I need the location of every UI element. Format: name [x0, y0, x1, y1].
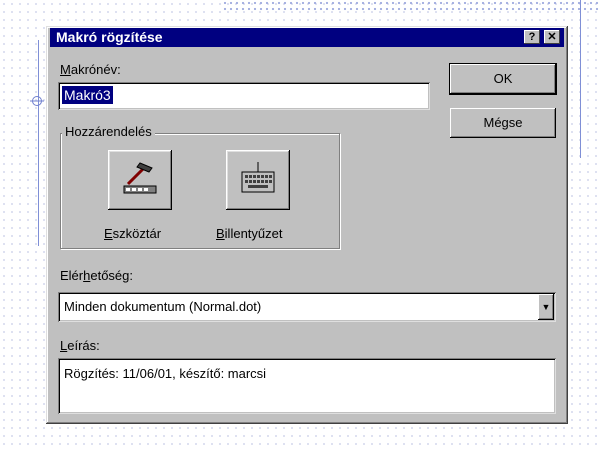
slide-accent-line-left [38, 40, 39, 246]
toolbar-label: Eszköztár [104, 226, 162, 241]
slide-accent-line [580, 0, 581, 158]
crosshair-icon [30, 96, 44, 106]
macro-name-label: Makrónév: [60, 62, 121, 77]
assign-group [60, 133, 340, 249]
dialog-title: Makró rögzítése [56, 29, 163, 45]
keyboard-button[interactable] [226, 150, 290, 210]
assign-group-label: Hozzárendelés [62, 124, 155, 139]
description-textarea[interactable]: Rögzítés: 11/06/01, készítő: marcsi [58, 358, 556, 414]
availability-label: Elérhetőség: [60, 268, 134, 283]
macro-name-value: Makró3 [62, 86, 113, 104]
availability-selected: Minden dokumentum (Normal.dot) [64, 299, 262, 314]
close-button[interactable]: ✕ [544, 30, 560, 44]
help-button[interactable]: ? [524, 30, 540, 44]
slide-top-band [222, 0, 600, 12]
hammer-toolbar-icon [123, 162, 157, 194]
ok-button[interactable]: OK [449, 63, 557, 95]
keyboard-icon [241, 162, 275, 193]
title-bar[interactable]: Makró rögzítése ? ✕ [50, 28, 564, 47]
chevron-down-icon[interactable]: ▼ [538, 294, 554, 320]
keyboard-label: Billentyűzet [216, 226, 283, 241]
toolbar-button[interactable] [108, 150, 172, 210]
cancel-button[interactable]: Mégse [450, 108, 556, 138]
description-label: Leírás: [60, 338, 100, 353]
description-value: Rögzítés: 11/06/01, készítő: marcsi [64, 366, 267, 381]
availability-select[interactable]: Minden dokumentum (Normal.dot) ▼ [58, 292, 556, 322]
record-macro-dialog: Makró rögzítése ? ✕ Makrónév: Makró3 OK … [46, 26, 568, 424]
macro-name-input[interactable]: Makró3 [58, 82, 430, 110]
